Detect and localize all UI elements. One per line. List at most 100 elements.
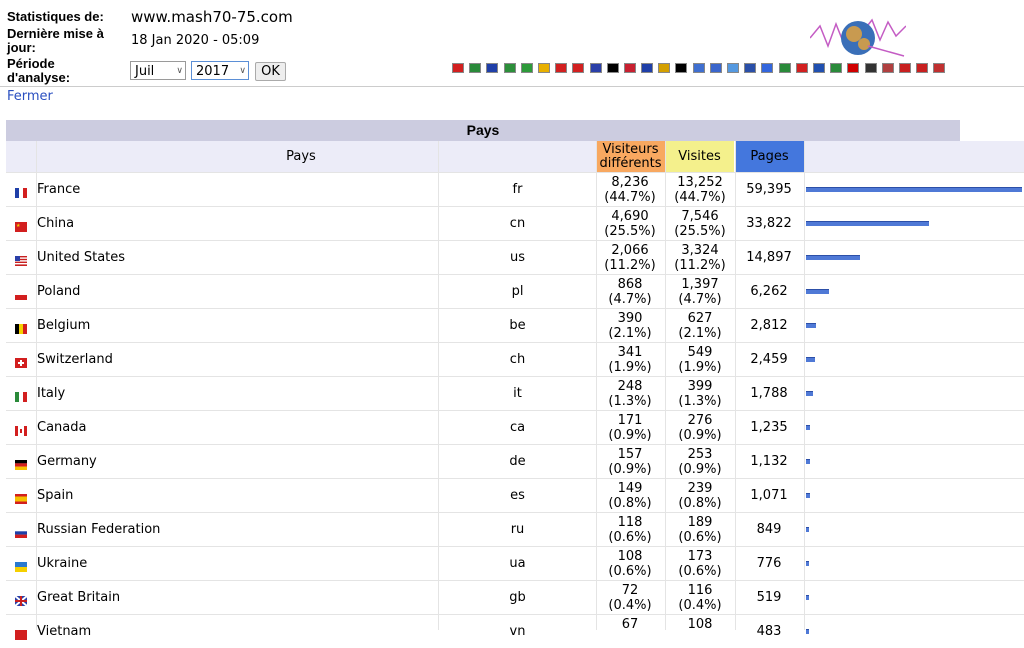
language-flag-icon[interactable] bbox=[520, 63, 533, 73]
col-visits-header: Visites bbox=[665, 141, 734, 172]
language-flags bbox=[452, 63, 946, 75]
visits-count: 13,252 bbox=[677, 175, 723, 190]
visitors-count: 8,236 bbox=[611, 175, 649, 190]
visitors-cell: 248 (1.3%) bbox=[596, 379, 664, 409]
visitors-cell: 341 (1.9%) bbox=[596, 345, 664, 375]
language-flag-icon[interactable] bbox=[795, 63, 808, 73]
language-flag-icon[interactable] bbox=[452, 63, 464, 73]
visitors-pct: (25.5%) bbox=[604, 224, 656, 239]
visits-pct: (0.4%) bbox=[678, 598, 722, 613]
visits-pct: (1.9%) bbox=[678, 360, 722, 375]
language-flag-icon[interactable] bbox=[933, 63, 946, 73]
pages-bar bbox=[806, 255, 860, 260]
language-flag-icon[interactable] bbox=[623, 63, 636, 73]
country-name: Spain bbox=[37, 488, 74, 503]
year-value: 2017 bbox=[196, 64, 230, 79]
visits-cell: 627 (2.1%) bbox=[666, 311, 734, 341]
visitors-count: 157 bbox=[617, 447, 643, 462]
country-flag-icon bbox=[15, 251, 27, 266]
language-flag-icon[interactable] bbox=[572, 63, 585, 73]
table-row: United States us 2,066 (11.2%) 3,324 (11.2%) 1… bbox=[6, 240, 1024, 274]
ok-button[interactable]: OK bbox=[255, 62, 286, 81]
language-flag-icon[interactable] bbox=[658, 63, 671, 73]
language-flag-icon[interactable] bbox=[727, 63, 739, 73]
language-flag-icon[interactable] bbox=[469, 63, 482, 73]
language-flag-icon[interactable] bbox=[778, 63, 791, 73]
pages-count: 1,071 bbox=[750, 488, 788, 503]
language-flag-icon[interactable] bbox=[641, 63, 654, 73]
pages-count: 1,788 bbox=[750, 386, 788, 401]
country-code: gb bbox=[509, 590, 526, 605]
visits-cell: 399 (1.3%) bbox=[666, 379, 734, 409]
visitors-cell: 390 (2.1%) bbox=[596, 311, 664, 341]
pages-bar bbox=[806, 595, 809, 600]
table-row: Belgium be 390 (2.1%) 627 (2.1%) 2,812 bbox=[6, 308, 1024, 342]
visits-pct: (11.2%) bbox=[674, 258, 726, 273]
pages-count: 6,262 bbox=[750, 284, 788, 299]
col-bar-header bbox=[804, 141, 1024, 172]
globe-logo-icon bbox=[810, 18, 906, 57]
country-flag-icon bbox=[15, 455, 27, 470]
language-flag-icon[interactable] bbox=[916, 63, 929, 73]
visits-count: 189 bbox=[687, 515, 713, 530]
pages-bar bbox=[806, 425, 810, 430]
visitors-pct: (4.7%) bbox=[608, 292, 652, 307]
language-flag-icon[interactable] bbox=[830, 63, 843, 73]
table-row: Russian Federation ru 118 (0.6%) 189 (0.6%) 84… bbox=[6, 512, 1024, 546]
language-flag-icon[interactable] bbox=[812, 63, 825, 73]
visitors-cell: 157 (0.9%) bbox=[596, 447, 664, 477]
country-flag-icon: ★ bbox=[15, 217, 27, 232]
visits-count: 116 bbox=[687, 583, 713, 598]
pages-bar bbox=[806, 187, 1022, 192]
visitors-cell: 72 (0.4%) bbox=[596, 583, 664, 613]
visitors-count: 149 bbox=[617, 481, 643, 496]
table-row: France fr 8,236 (44.7%) 13,252 (44.7%) 59,395 bbox=[6, 172, 1024, 206]
language-flag-icon[interactable] bbox=[847, 63, 860, 73]
country-name: Russian Federation bbox=[37, 522, 161, 537]
visits-pct: (0.8%) bbox=[678, 496, 722, 511]
visits-count: 7,546 bbox=[681, 209, 719, 224]
period-label: Période d'analyse: bbox=[7, 56, 71, 85]
language-flag-icon[interactable] bbox=[692, 63, 705, 73]
fermer-link[interactable]: Fermer bbox=[7, 89, 53, 104]
language-flag-icon[interactable] bbox=[761, 63, 774, 73]
language-flag-icon[interactable] bbox=[486, 63, 499, 73]
month-select[interactable]: Juil ∨ bbox=[130, 61, 186, 80]
pages-bar bbox=[806, 391, 813, 396]
svg-text:★: ★ bbox=[16, 223, 21, 229]
language-flag-icon[interactable] bbox=[589, 63, 602, 73]
country-name: China bbox=[37, 216, 75, 231]
language-flag-icon[interactable] bbox=[744, 63, 757, 73]
visits-cell: 253 (0.9%) bbox=[666, 447, 734, 477]
pages-bar bbox=[806, 221, 929, 226]
visitors-cell: 868 (4.7%) bbox=[596, 277, 664, 307]
language-flag-icon[interactable] bbox=[537, 63, 550, 73]
pages-count: 14,897 bbox=[746, 250, 792, 265]
country-flag-icon bbox=[15, 183, 27, 198]
language-flag-icon[interactable] bbox=[675, 63, 688, 73]
language-flag-icon[interactable] bbox=[503, 63, 516, 73]
country-name: Poland bbox=[37, 284, 81, 299]
language-flag-icon[interactable] bbox=[606, 63, 619, 73]
country-code: it bbox=[513, 386, 522, 401]
visits-cell: 276 (0.9%) bbox=[666, 413, 734, 443]
language-flag-icon[interactable] bbox=[898, 63, 911, 73]
country-name: Vietnam bbox=[37, 624, 92, 639]
visits-pct: (1.3%) bbox=[678, 394, 722, 409]
visitors-count: 341 bbox=[617, 345, 643, 360]
table-title: Pays bbox=[6, 120, 960, 141]
language-flag-icon[interactable] bbox=[881, 63, 894, 73]
country-flag-icon bbox=[15, 557, 27, 572]
language-flag-icon[interactable] bbox=[555, 63, 568, 73]
visits-count: 3,324 bbox=[681, 243, 719, 258]
visits-count: 253 bbox=[687, 447, 713, 462]
year-select[interactable]: 2017 ∨ bbox=[191, 61, 249, 80]
visitors-pct: (0.8%) bbox=[608, 496, 652, 511]
visits-pct: (0.6%) bbox=[678, 530, 722, 545]
language-flag-icon[interactable] bbox=[864, 63, 877, 73]
table-row: Spain es 149 (0.8%) 239 (0.8%) 1,071 bbox=[6, 478, 1024, 512]
pages-count: 849 bbox=[756, 522, 782, 537]
pages-bar bbox=[806, 289, 829, 294]
stats-label: Statistiques de: bbox=[7, 9, 104, 24]
language-flag-icon[interactable] bbox=[709, 63, 722, 73]
